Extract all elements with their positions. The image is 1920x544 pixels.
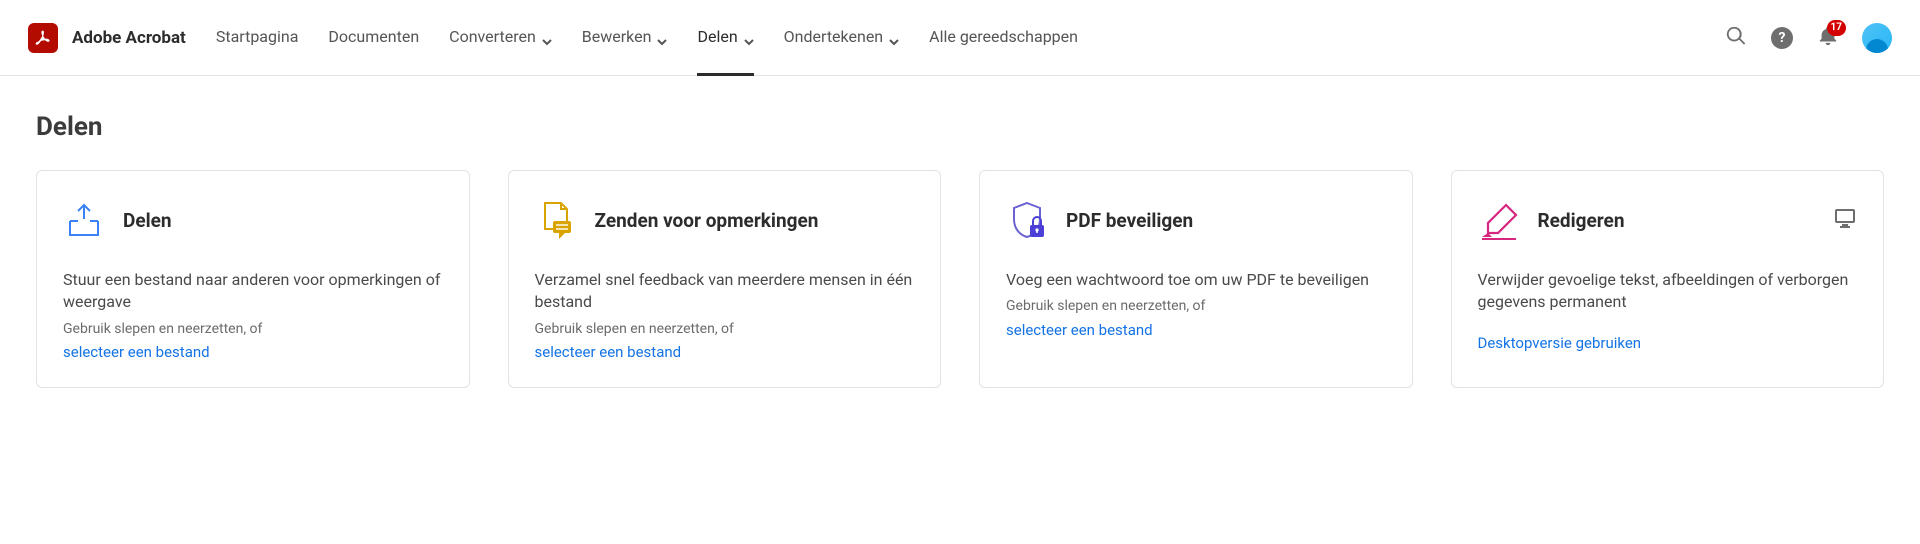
nav-label: Ondertekenen bbox=[784, 27, 883, 46]
card-title: PDF beveiligen bbox=[1066, 209, 1193, 232]
card-desc: Verwijder gevoelige tekst, afbeeldingen … bbox=[1478, 269, 1858, 314]
app-name: Adobe Acrobat bbox=[72, 28, 186, 48]
nav-converteren[interactable]: Converteren bbox=[449, 0, 552, 76]
card-delen[interactable]: Delen Stuur een bestand naar anderen voo… bbox=[36, 170, 470, 388]
help-button[interactable]: ? bbox=[1770, 26, 1794, 50]
comment-doc-icon bbox=[535, 199, 577, 241]
notification-badge: 17 bbox=[1827, 20, 1846, 36]
nav-bewerken[interactable]: Bewerken bbox=[582, 0, 668, 76]
card-hint: Gebruik slepen en neerzetten, of bbox=[63, 320, 443, 340]
highlighter-icon bbox=[1478, 199, 1520, 241]
card-header: PDF beveiligen bbox=[1006, 199, 1386, 241]
notifications-button[interactable]: 17 bbox=[1816, 26, 1840, 50]
nav-label: Documenten bbox=[328, 27, 419, 46]
nav-label: Converteren bbox=[449, 27, 536, 46]
card-desc: Stuur een bestand naar anderen voor opme… bbox=[63, 269, 443, 314]
app-header: Adobe Acrobat Startpagina Documenten Con… bbox=[0, 0, 1920, 76]
card-header: Redigeren bbox=[1478, 199, 1858, 241]
card-hint: Gebruik slepen en neerzetten, of bbox=[1006, 297, 1386, 317]
header-right: ? 17 bbox=[1724, 23, 1892, 53]
use-desktop-link[interactable]: Desktopversie gebruiken bbox=[1478, 334, 1858, 352]
select-file-link[interactable]: selecteer een bestand bbox=[535, 343, 915, 361]
header-left: Adobe Acrobat Startpagina Documenten Con… bbox=[28, 0, 1078, 75]
card-row: Delen Stuur een bestand naar anderen voo… bbox=[36, 170, 1884, 388]
chevron-down-icon bbox=[657, 32, 667, 42]
card-title: Zenden voor opmerkingen bbox=[595, 209, 819, 232]
chevron-down-icon bbox=[744, 32, 754, 42]
card-desc: Voeg een wachtwoord toe om uw PDF te bev… bbox=[1006, 269, 1386, 291]
card-redigeren[interactable]: Redigeren Verwijder gevoelige tekst, afb… bbox=[1451, 170, 1885, 388]
card-header: Delen bbox=[63, 199, 443, 241]
nav-documenten[interactable]: Documenten bbox=[328, 0, 419, 76]
nav-alle-gereedschappen[interactable]: Alle gereedschappen bbox=[929, 0, 1078, 76]
acrobat-logo-icon bbox=[28, 23, 58, 53]
desktop-only-icon bbox=[1833, 206, 1857, 234]
card-title: Redigeren bbox=[1538, 209, 1625, 232]
nav-label: Alle gereedschappen bbox=[929, 27, 1078, 46]
avatar[interactable] bbox=[1862, 23, 1892, 53]
logo-block[interactable]: Adobe Acrobat bbox=[28, 23, 186, 53]
card-zenden-voor-opmerkingen[interactable]: Zenden voor opmerkingen Verzamel snel fe… bbox=[508, 170, 942, 388]
chevron-down-icon bbox=[889, 32, 899, 42]
nav-startpagina[interactable]: Startpagina bbox=[216, 0, 299, 76]
nav-label: Startpagina bbox=[216, 27, 299, 46]
main-nav: Startpagina Documenten Converteren Bewer… bbox=[216, 0, 1078, 75]
shield-lock-icon bbox=[1006, 199, 1048, 241]
help-icon: ? bbox=[1771, 27, 1793, 49]
nav-label: Delen bbox=[697, 27, 737, 46]
card-title: Delen bbox=[123, 209, 172, 232]
card-desc: Verzamel snel feedback van meerdere mens… bbox=[535, 269, 915, 314]
page-title: Delen bbox=[36, 112, 1884, 142]
card-pdf-beveiligen[interactable]: PDF beveiligen Voeg een wachtwoord toe o… bbox=[979, 170, 1413, 388]
page-content: Delen Delen Stuur een bestand naar ander… bbox=[0, 76, 1920, 388]
share-tray-icon bbox=[63, 199, 105, 241]
nav-label: Bewerken bbox=[582, 27, 652, 46]
nav-delen[interactable]: Delen bbox=[697, 0, 753, 76]
select-file-link[interactable]: selecteer een bestand bbox=[1006, 321, 1386, 339]
search-button[interactable] bbox=[1724, 26, 1748, 50]
card-header: Zenden voor opmerkingen bbox=[535, 199, 915, 241]
chevron-down-icon bbox=[542, 32, 552, 42]
select-file-link[interactable]: selecteer een bestand bbox=[63, 343, 443, 361]
card-hint: Gebruik slepen en neerzetten, of bbox=[535, 320, 915, 340]
search-icon bbox=[1725, 25, 1747, 51]
nav-ondertekenen[interactable]: Ondertekenen bbox=[784, 0, 899, 76]
